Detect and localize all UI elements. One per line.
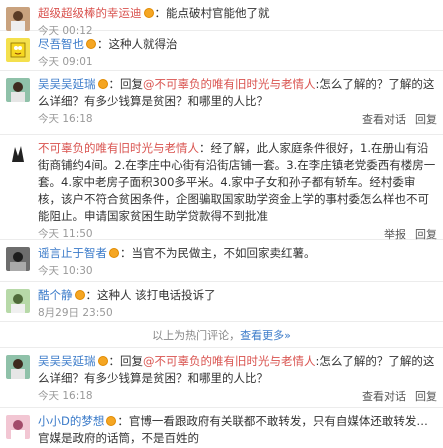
comment-time: 8月29日 23:50	[38, 307, 113, 319]
separator: ：	[120, 246, 132, 260]
comment-username[interactable]: 吴吴吴延瑞	[38, 77, 96, 91]
comment-time: 今天 10:30	[38, 265, 93, 277]
comment-time: 今天 09:01	[38, 56, 93, 68]
member-badge-icon	[143, 8, 154, 18]
avatar[interactable]	[6, 289, 30, 313]
avatar[interactable]	[6, 247, 30, 271]
comment-username[interactable]: 吴吴吴延瑞	[38, 354, 96, 368]
comment-username[interactable]: 谣言止于智者	[38, 246, 107, 260]
member-badge-icon	[109, 248, 119, 258]
comment-item: 谣言止于智者 ：当官不为民做主，不如回家卖红薯。 今天 10:30	[0, 240, 443, 282]
avatar[interactable]	[6, 142, 30, 166]
comment-username[interactable]: 不可辜负的唯有旧时光与老情人	[38, 141, 199, 155]
separator: ：回复	[108, 354, 144, 368]
comment-username[interactable]: 小小D的梦想	[38, 414, 104, 428]
member-badge-icon	[106, 416, 117, 426]
separator: ：	[97, 37, 109, 51]
comment-time: 今天 16:18	[38, 390, 93, 402]
member-badge-icon	[74, 290, 85, 300]
reply-mention-link[interactable]: @不可辜负的唯有旧时光与老情人	[143, 354, 316, 368]
hot-divider-text: 以上为热门评论，	[152, 329, 241, 342]
comment-time: 今天 11:50	[38, 228, 93, 240]
avatar[interactable]	[6, 78, 30, 102]
comment-item: 小小D的梦想 ：官博一看跟政府有关联都不敢转发，只有自媒体还敢转发…官媒是政府的话…	[0, 408, 443, 448]
reply-link[interactable]: 回复	[415, 388, 437, 404]
avatar[interactable]	[6, 355, 30, 379]
comment-item: 酷个静 ：这种人 该打电话投诉了 8月29日 23:50	[0, 282, 443, 322]
comment-item: 吴吴吴延瑞 ：回复@不可辜负的唯有旧时光与老情人:怎么了解的？了解的这么详细？有多…	[0, 71, 443, 135]
separator: ：	[199, 141, 211, 155]
avatar[interactable]	[6, 7, 30, 31]
separator: ：	[117, 414, 129, 428]
separator: ：	[85, 288, 98, 302]
comment-username[interactable]: 酷个静	[38, 288, 73, 302]
comment-username[interactable]: 尽吾智也	[38, 37, 84, 51]
comment-text: 能点破村官能他了就	[166, 6, 270, 20]
avatar[interactable]	[6, 415, 30, 439]
comment-item: 不可辜负的唯有旧时光与老情人：经了解，此人家庭条件很好，1.在册山有沿街商铺约4…	[0, 135, 443, 241]
comment-text: 这种人 该打电话投诉了	[97, 288, 216, 302]
avatar[interactable]	[6, 38, 30, 62]
comment-time: 今天 16:18	[38, 113, 93, 125]
comment-username[interactable]: 超级超级棒的幸运迪	[38, 6, 142, 20]
view-conversation-link[interactable]: 查看对话	[362, 388, 406, 404]
member-badge-icon	[97, 79, 108, 89]
separator: ：回复	[108, 77, 144, 91]
comment-item: 吴吴吴延瑞 ：回复@不可辜负的唯有旧时光与老情人:怎么了解的？了解的这么详细？有多…	[0, 348, 443, 408]
separator: ：	[154, 6, 167, 20]
comment-item: 超级超级棒的幸运迪 ：能点破村官能他了就 今天 00:12	[0, 0, 443, 37]
view-conversation-link[interactable]: 查看对话	[362, 111, 406, 127]
member-badge-icon	[86, 39, 96, 49]
view-more-link[interactable]: 查看更多»	[240, 329, 291, 342]
reply-link[interactable]: 回复	[415, 111, 437, 127]
comment-text: 这种人就得治	[108, 37, 178, 51]
reply-mention-link[interactable]: @不可辜负的唯有旧时光与老情人	[143, 77, 316, 91]
comment-text: 当官不为民做主，不如回家卖红薯。	[131, 246, 316, 260]
comment-feed: 超级超级棒的幸运迪 ：能点破村官能他了就 今天 00:12 尽吾智也 ：这种人就得治…	[0, 0, 443, 448]
comment-item: 尽吾智也 ：这种人就得治 今天 09:01	[0, 31, 443, 71]
member-badge-icon	[97, 356, 108, 366]
hot-comments-divider: 以上为热门评论，查看更多»	[0, 322, 443, 348]
